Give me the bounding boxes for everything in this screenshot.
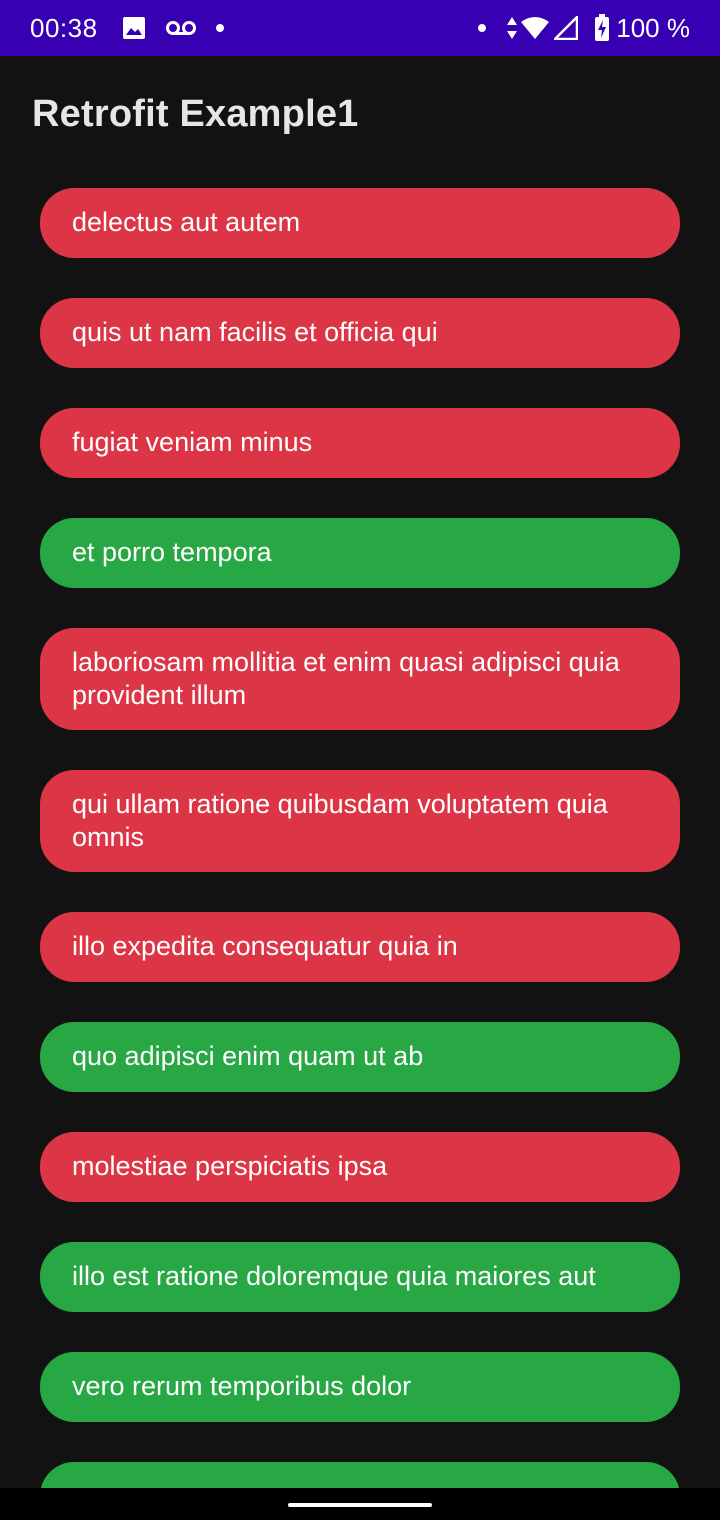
page-title: Retrofit Example1: [32, 92, 359, 135]
battery-charging-icon: [594, 14, 610, 42]
list-item[interactable]: fugiat veniam minus: [40, 408, 680, 478]
list-item[interactable]: delectus aut autem: [40, 188, 680, 258]
list-item[interactable]: laboriosam mollitia et enim quasi adipis…: [40, 628, 680, 730]
screen: 00:38 4 100 % Retrofit Example1 delectus…: [0, 0, 720, 1520]
gesture-handle[interactable]: [288, 1503, 432, 1507]
list-item[interactable]: illo expedita consequatur quia in: [40, 912, 680, 982]
navigation-bar: [0, 1488, 720, 1520]
list-item[interactable]: qui ullam ratione quibusdam voluptatem q…: [40, 770, 680, 872]
list-item[interactable]: illo est ratione doloremque quia maiores…: [40, 1242, 680, 1312]
data-arrows-icon: [506, 16, 518, 40]
voicemail-icon: [165, 19, 196, 37]
list-item[interactable]: quo adipisci enim quam ut ab: [40, 1022, 680, 1092]
list-item[interactable]: quis ut nam facilis et officia qui: [40, 298, 680, 368]
status-right: 4 100 %: [478, 13, 690, 44]
app-toolbar: Retrofit Example1: [0, 56, 720, 172]
cell-signal-icon: [554, 16, 579, 40]
battery-percentage: 100 %: [616, 12, 690, 43]
status-left: 00:38: [30, 13, 244, 44]
wifi-icon: 4: [520, 16, 550, 40]
notification-dot-icon: [215, 24, 224, 32]
svg-text:4: 4: [538, 30, 544, 40]
image-icon: [122, 16, 146, 40]
notification-dot-icon: [478, 24, 487, 32]
todo-list[interactable]: delectus aut autem quis ut nam facilis e…: [40, 188, 680, 1520]
status-bar: 00:38 4 100 %: [0, 0, 720, 56]
list-item[interactable]: vero rerum temporibus dolor: [40, 1352, 680, 1422]
list-item[interactable]: et porro tempora: [40, 518, 680, 588]
list-item[interactable]: molestiae perspiciatis ipsa: [40, 1132, 680, 1202]
status-time: 00:38: [30, 12, 98, 43]
